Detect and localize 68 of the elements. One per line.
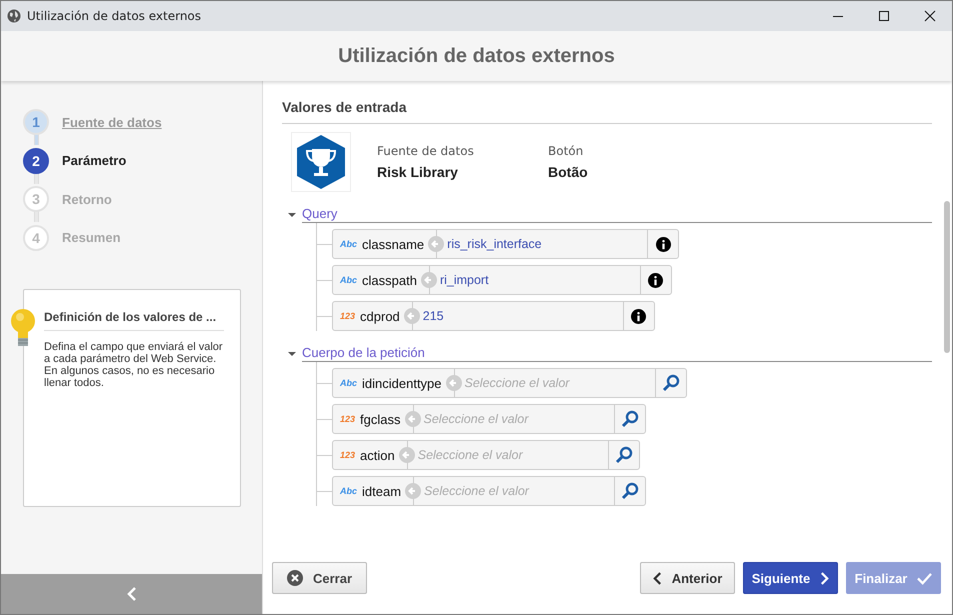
arrow-left-icon [420,272,437,288]
globe-icon [7,9,21,23]
close-button[interactable]: Cerrar [272,562,367,594]
next-button[interactable]: Siguiente [743,562,838,594]
close-icon[interactable] [924,10,936,22]
close-circle-icon [286,570,303,586]
search-icon[interactable] [614,446,633,464]
info-icon[interactable] [648,272,664,288]
arrow-left-icon [428,236,444,252]
parameter-field[interactable]: Abc idteam Seleccione el valor [332,476,646,506]
maximize-icon[interactable] [878,10,890,22]
info-icon[interactable] [656,236,671,252]
info-icon[interactable] [631,308,646,324]
parameter-field[interactable]: Abc classname ris_risk_interface [332,229,680,259]
chevron-left-icon [126,586,136,602]
step-label: Retorno [62,192,112,207]
lightbulb-icon [10,308,36,348]
back-button[interactable]: Anterior [640,562,735,594]
help-text: Defina el campo que enviará el valor a cada parámetro del Web Service. En algunos casos, no es necesario llenar todos. [44,341,224,389]
help-title: Definición de los valores de ... [44,310,224,331]
group-title[interactable]: Query [302,206,932,223]
type-label: 123 [339,450,356,460]
type-label: Abc [339,239,358,249]
parameter-name: cdprod [360,308,401,324]
search-icon[interactable] [662,374,680,392]
parameter-name: idteam [362,484,402,498]
scrollbar-thumb[interactable] [944,201,950,353]
field-label: Botón [548,144,584,158]
type-label: 123 [339,414,356,424]
step-label: Resumen [62,230,121,246]
caret-icon[interactable] [288,210,296,218]
type-label: 123 [339,311,356,321]
arrow-left-icon [404,308,420,324]
step-number: 4 [23,224,49,251]
dialog-title: Utilización de datos externos [338,44,615,68]
parameter-field[interactable]: 123 action Seleccione el valor [332,440,640,470]
parameter-field[interactable]: Abc classpath ri_import [332,265,672,295]
step-number: 3 [23,186,49,212]
field-value: Risk Library [377,164,459,180]
step-number: 2 [23,148,49,174]
group-title[interactable]: Cuerpo de la petición [302,345,932,362]
parameter-name: classname [362,236,426,252]
type-label: Abc [339,486,358,496]
parameter-field[interactable]: Abc idincidenttype Seleccione el valor [332,368,687,398]
parameter-name: fgclass [360,412,402,426]
section-title: Valores de entrada [282,99,932,124]
arrow-left-icon [398,447,415,463]
parameter-name: idincidenttype [362,376,443,390]
arrow-left-icon [405,483,422,499]
type-label: Abc [339,378,358,388]
parameter-field[interactable]: 123 cdprod 215 [332,301,655,331]
arrow-left-icon [446,375,462,391]
arrow-left-icon [404,411,420,427]
parameter-name: action [360,448,396,462]
field-value: Botão [548,164,589,180]
caret-icon[interactable] [288,350,296,358]
chevron-right-icon [820,572,830,584]
checkmark-icon [917,572,932,584]
step-label: Parámetro [62,153,126,168]
search-icon[interactable] [621,482,640,500]
search-icon[interactable] [620,410,638,428]
field-label: Fuente de datos [377,144,475,158]
parameter-name: classpath [362,272,418,288]
step-number: 1 [23,109,49,136]
type-label: Abc [339,275,358,285]
parameter-field[interactable]: 123 fgclass Seleccione el valor [332,404,646,434]
chevron-left-icon [652,572,662,584]
window-title: Utilización de datos externos [27,9,202,23]
